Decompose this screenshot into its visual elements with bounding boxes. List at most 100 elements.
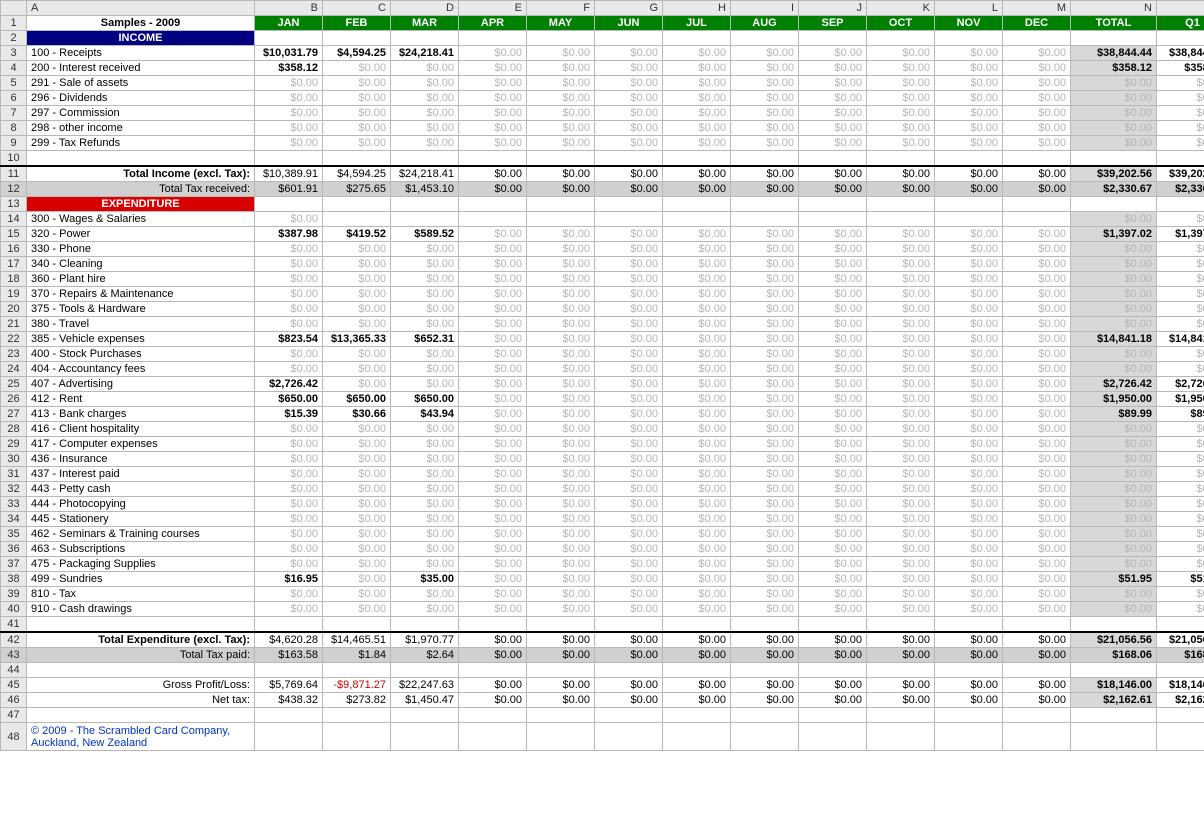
cell[interactable]: $0.00 [391,587,459,602]
cell[interactable]: $0.00 [867,542,935,557]
cell[interactable]: $43.94 [391,407,459,422]
cell[interactable]: $0.00 [663,182,731,197]
cell[interactable]: $1,970.77 [391,632,459,648]
cell[interactable]: $0.00 [595,602,663,617]
cell[interactable]: $0.00 [731,136,799,151]
cell[interactable]: $0.00 [935,302,1003,317]
cell[interactable]: $0.00 [323,136,391,151]
cell[interactable]: $2.64 [391,648,459,663]
cell[interactable]: $0.00 [799,602,867,617]
row-label[interactable]: 375 - Tools & Hardware [27,302,255,317]
row-label[interactable]: 910 - Cash drawings [27,602,255,617]
cell[interactable]: $0.00 [595,227,663,242]
cell[interactable]: $0.00 [1071,497,1157,512]
cell[interactable]: $0.00 [935,61,1003,76]
cell[interactable]: $358.12 [255,61,323,76]
cell[interactable]: $24,218.41 [391,166,459,182]
cell[interactable]: $650.00 [323,392,391,407]
cell[interactable]: $0.00 [1003,437,1071,452]
cell[interactable]: $0.00 [1003,632,1071,648]
cell[interactable]: $0.00 [459,407,527,422]
cell[interactable]: $0.00 [799,648,867,663]
cell[interactable]: $0.00 [1003,136,1071,151]
cell[interactable]: $0.00 [459,693,527,708]
cell[interactable]: $0.00 [663,121,731,136]
col-header[interactable]: C [323,1,391,16]
cell[interactable]: $0.00 [663,678,731,693]
cell[interactable]: $0.00 [1071,452,1157,467]
cell[interactable]: $2,726.42 [1071,377,1157,392]
cell[interactable]: $0.00 [595,332,663,347]
cell[interactable]: $0.00 [255,482,323,497]
row-label[interactable]: 291 - Sale of assets [27,76,255,91]
cell[interactable]: $0.00 [867,317,935,332]
cell[interactable]: $0.00 [595,467,663,482]
cell[interactable]: $0.00 [935,512,1003,527]
cell[interactable]: $0.00 [731,182,799,197]
cell[interactable]: $0.00 [323,121,391,136]
col-header[interactable]: N [1071,1,1157,16]
cell[interactable]: $0.00 [731,602,799,617]
cell[interactable]: $0.00 [459,332,527,347]
cell[interactable]: $0.00 [323,497,391,512]
cell[interactable]: $0.00 [255,287,323,302]
cell[interactable]: $0.00 [527,602,595,617]
cell[interactable]: $0.00 [935,452,1003,467]
cell[interactable]: $0.00 [799,527,867,542]
cell[interactable]: $0.00 [527,302,595,317]
cell[interactable]: $0.00 [799,377,867,392]
cell[interactable]: $0.00 [731,452,799,467]
cell[interactable]: $0.00 [799,422,867,437]
row-label[interactable]: 380 - Travel [27,317,255,332]
cell[interactable]: $0.00 [867,437,935,452]
col-header[interactable]: I [731,1,799,16]
cell[interactable]: $0.00 [935,347,1003,362]
cell[interactable]: $0.00 [595,482,663,497]
row-label[interactable]: 370 - Repairs & Maintenance [27,287,255,302]
cell[interactable]: $0.00 [1071,437,1157,452]
cell[interactable]: $0.00 [1071,76,1157,91]
cell[interactable]: $0.00 [663,136,731,151]
col-header[interactable]: B [255,1,323,16]
cell[interactable]: $0.00 [1157,527,1204,542]
cell[interactable]: $0.00 [935,482,1003,497]
cell[interactable]: $0.00 [799,166,867,182]
cell[interactable]: $387.98 [255,227,323,242]
cell[interactable]: $0.00 [935,497,1003,512]
cell[interactable]: $0.00 [595,182,663,197]
cell[interactable]: $0.00 [799,61,867,76]
cell[interactable]: $0.00 [527,76,595,91]
cell[interactable]: $0.00 [459,422,527,437]
cell[interactable]: $2,162.61 [1157,693,1204,708]
cell[interactable]: $0.00 [527,452,595,467]
row-label[interactable]: 462 - Seminars & Training courses [27,527,255,542]
cell[interactable]: $0.00 [1003,302,1071,317]
cell[interactable]: $0.00 [323,257,391,272]
cell[interactable]: $0.00 [935,272,1003,287]
cell[interactable]: $0.00 [867,467,935,482]
cell[interactable]: $0.00 [731,61,799,76]
cell[interactable]: $0.00 [527,632,595,648]
cell[interactable]: $0.00 [391,497,459,512]
cell[interactable]: $0.00 [1003,347,1071,362]
cell[interactable] [459,212,527,227]
cell[interactable]: $0.00 [595,557,663,572]
cell[interactable]: $0.00 [595,572,663,587]
cell[interactable]: $0.00 [663,632,731,648]
cell[interactable]: $0.00 [1157,452,1204,467]
cell[interactable]: $0.00 [391,602,459,617]
cell[interactable]: $0.00 [391,317,459,332]
row-label[interactable]: 417 - Computer expenses [27,437,255,452]
cell[interactable] [935,212,1003,227]
row-label[interactable]: 297 - Commission [27,106,255,121]
cell[interactable]: $0.00 [663,76,731,91]
cell[interactable]: $21,056.56 [1071,632,1157,648]
cell[interactable]: $0.00 [663,46,731,61]
cell[interactable]: $0.00 [731,166,799,182]
cell[interactable]: $0.00 [323,61,391,76]
cell[interactable]: $275.65 [323,182,391,197]
cell[interactable]: $0.00 [1003,91,1071,106]
cell[interactable]: $14,841.18 [1157,332,1204,347]
col-header[interactable]: K [867,1,935,16]
cell[interactable]: $0.00 [799,106,867,121]
